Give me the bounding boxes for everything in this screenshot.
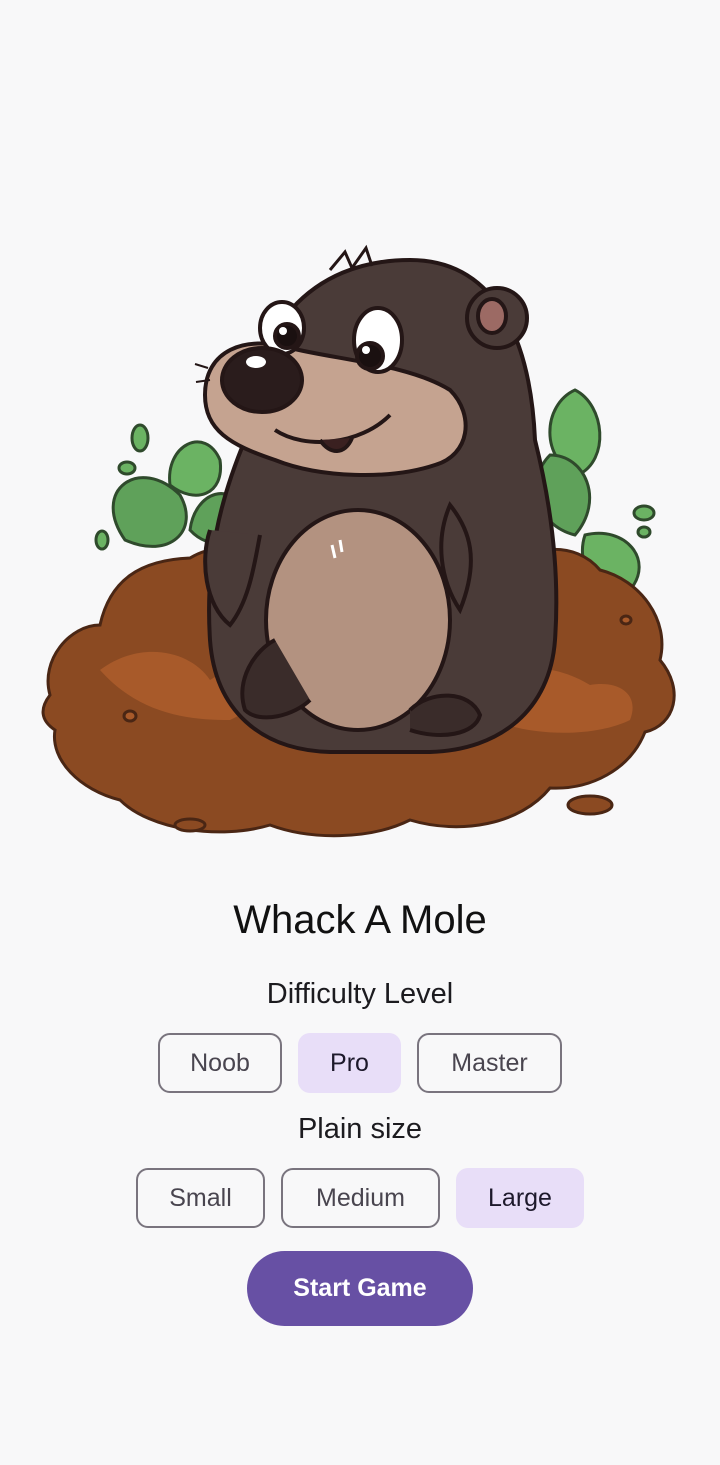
mole	[194, 244, 559, 754]
mole-illustration	[41, 244, 676, 838]
difficulty-chip-pro[interactable]: Pro	[298, 1033, 401, 1093]
app-title: Whack A Mole	[233, 898, 487, 942]
difficulty-chip-noob[interactable]: Noob	[158, 1033, 282, 1093]
size-chip-small[interactable]: Small	[136, 1168, 265, 1228]
difficulty-chip-master[interactable]: Master	[417, 1033, 562, 1093]
start-game-button[interactable]: Start Game	[247, 1251, 473, 1326]
size-chip-medium[interactable]: Medium	[281, 1168, 440, 1228]
plain-size-options: Small Medium Large	[0, 1168, 720, 1228]
plain-size-label: Plain size	[297, 1113, 423, 1145]
size-chip-large[interactable]: Large	[456, 1168, 584, 1228]
difficulty-label: Difficulty Level	[266, 978, 454, 1010]
difficulty-options: Noob Pro Master	[0, 1033, 720, 1093]
